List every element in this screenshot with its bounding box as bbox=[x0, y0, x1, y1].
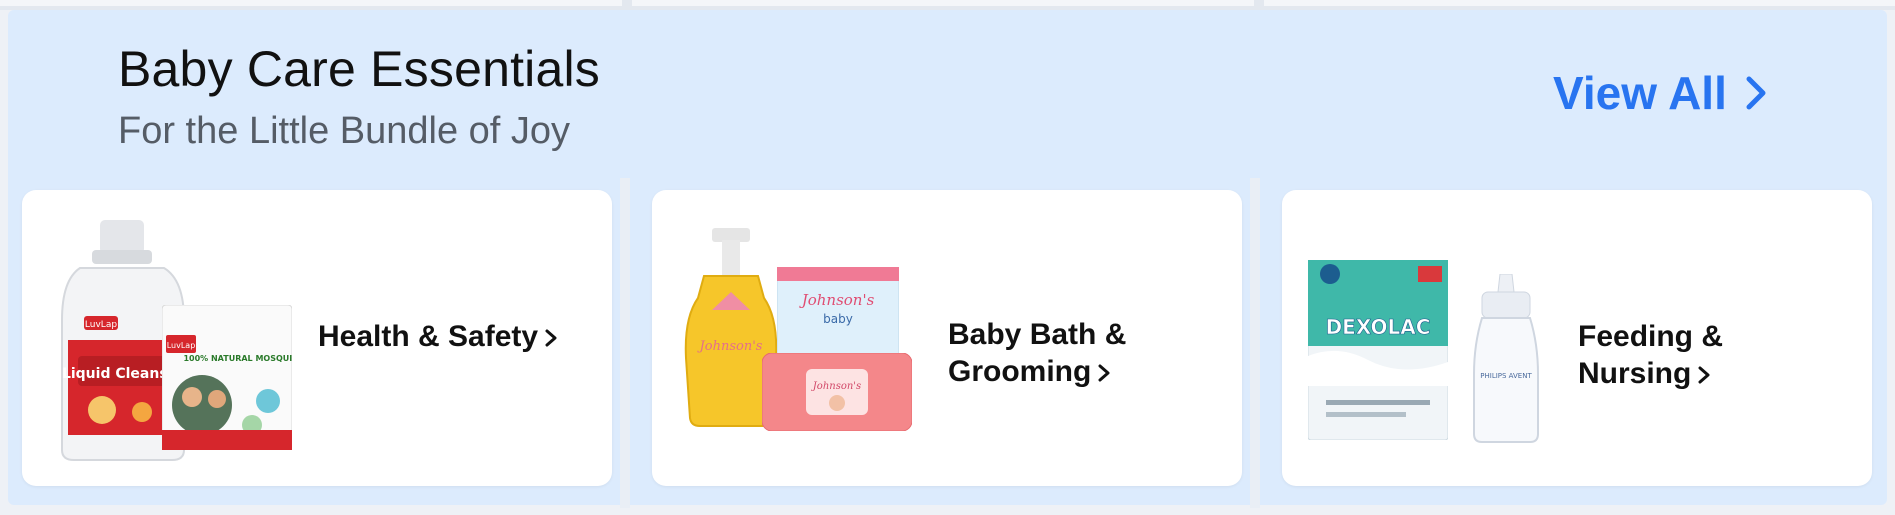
strip-segment bbox=[1264, 0, 1895, 6]
category-label-line: Nursing bbox=[1578, 357, 1692, 390]
previous-section-strip bbox=[0, 0, 1895, 10]
section-subtitle: For the Little Bundle of Joy bbox=[118, 110, 571, 152]
svg-text:Johnson's: Johnson's bbox=[697, 339, 763, 354]
strip-segment bbox=[632, 0, 1254, 6]
svg-text:baby: baby bbox=[823, 312, 853, 326]
mosquito-patches-box-icon: LuvLap 100% NATURAL MOSQUITO bbox=[162, 305, 292, 450]
baby-soap-box-icon: Johnson's baby bbox=[777, 267, 899, 359]
chevron-right-icon bbox=[1698, 366, 1710, 384]
strip-segment bbox=[0, 0, 622, 6]
svg-text:DEXOLAC: DEXOLAC bbox=[1326, 315, 1431, 339]
category-label-line: Grooming bbox=[948, 355, 1092, 388]
view-all-link[interactable]: View All bbox=[1553, 66, 1771, 120]
feeding-bottle-icon: PHILIPS AVENT bbox=[1473, 274, 1539, 443]
card-divider bbox=[620, 178, 630, 508]
chevron-right-icon bbox=[1098, 364, 1110, 382]
svg-text:Johnson's: Johnson's bbox=[811, 381, 861, 392]
svg-text:LuvLap: LuvLap bbox=[167, 341, 196, 350]
chevron-right-icon bbox=[545, 329, 557, 347]
category-label-line: Health & Safety bbox=[318, 320, 539, 353]
chevron-right-icon bbox=[1746, 76, 1766, 110]
category-label: Health & Safety bbox=[318, 318, 558, 355]
view-all-label: View All bbox=[1553, 67, 1727, 119]
section-title: Baby Care Essentials bbox=[118, 41, 601, 97]
category-card-health-safety[interactable]: Liquid Cleanser LuvLap LuvLap 100% NATUR… bbox=[22, 190, 612, 486]
baby-care-section: Baby Care Essentials For the Little Bund… bbox=[8, 10, 1887, 508]
svg-text:PHILIPS AVENT: PHILIPS AVENT bbox=[1480, 372, 1532, 380]
category-label-line: Feeding & bbox=[1578, 320, 1724, 353]
category-label: Baby Bath & Grooming bbox=[948, 316, 1126, 390]
category-card-baby-bath-grooming[interactable]: Johnson's Johnson's baby Johnson's Baby … bbox=[652, 190, 1242, 486]
baby-wipes-pack-icon: Johnson's bbox=[762, 353, 912, 431]
category-label: Feeding & Nursing bbox=[1578, 318, 1723, 392]
formula-milk-box-icon: DEXOLAC bbox=[1308, 260, 1448, 440]
svg-text:LuvLap: LuvLap bbox=[85, 320, 117, 330]
svg-text:100% NATURAL MOSQUITO: 100% NATURAL MOSQUITO bbox=[183, 354, 292, 363]
category-card-feeding-nursing[interactable]: DEXOLAC PHILIPS AVENT Feeding & Nursing bbox=[1282, 190, 1872, 486]
card-divider bbox=[1250, 178, 1260, 508]
category-label-line: Baby Bath & bbox=[948, 318, 1127, 351]
svg-text:Johnson's: Johnson's bbox=[799, 291, 875, 309]
